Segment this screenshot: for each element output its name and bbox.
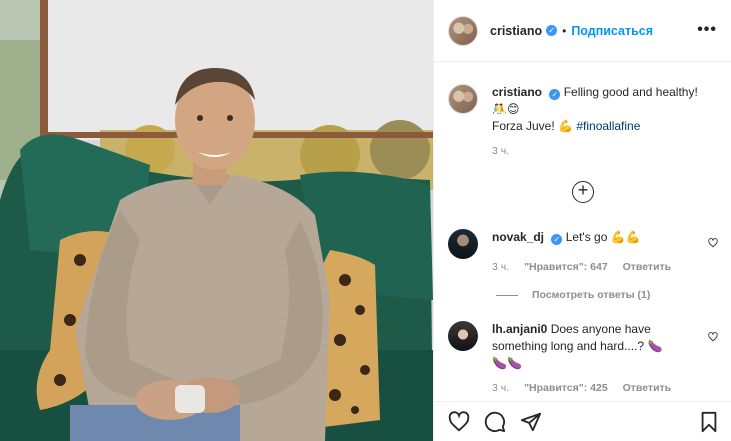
- comment-text: Let's go: [565, 230, 608, 244]
- reply-button[interactable]: Ответить: [623, 261, 672, 273]
- comment-icon[interactable]: [484, 411, 506, 433]
- comment-time[interactable]: 3 ч.: [492, 261, 509, 273]
- action-bar: [434, 401, 731, 441]
- bookmark-icon[interactable]: [698, 411, 720, 433]
- comments-list[interactable]: cristiano ✓ Felling good and healthy! 🤼😊…: [434, 63, 731, 395]
- verified-badge-icon: ✓: [546, 25, 558, 36]
- caption: cristiano ✓ Felling good and healthy! 🤼😊…: [448, 84, 718, 160]
- commenter-avatar[interactable]: [448, 321, 478, 351]
- follow-button[interactable]: Подписаться: [571, 24, 653, 38]
- load-more-comments-button[interactable]: +: [572, 181, 594, 203]
- heart-icon[interactable]: [448, 411, 470, 433]
- verified-badge-icon: ✓: [551, 234, 563, 245]
- comment-emoji: 🍆: [647, 339, 663, 353]
- caption-username[interactable]: cristiano: [492, 85, 542, 99]
- view-replies-button[interactable]: Посмотреть ответы (1): [496, 289, 650, 301]
- caption-text: Felling good and healthy!: [563, 85, 698, 99]
- instagram-post: cristiano ✓ • Подписаться ••• cristiano …: [0, 0, 731, 441]
- commenter-avatar[interactable]: [448, 229, 478, 259]
- author-avatar[interactable]: [448, 15, 478, 46]
- comment-emoji-line: 🍆🍆: [492, 356, 522, 370]
- comment-meta: 3 ч. "Нравится": 647 Ответить: [492, 259, 718, 276]
- comment-username[interactable]: novak_dj: [492, 230, 544, 244]
- comment-line: lh.anjani0 Does anyone have something lo…: [492, 321, 698, 355]
- comment-emoji: 💪💪: [610, 230, 641, 244]
- post-header: cristiano ✓ • Подписаться •••: [434, 0, 731, 62]
- comment-like-heart-icon[interactable]: [708, 238, 718, 248]
- more-options-icon[interactable]: •••: [697, 22, 717, 38]
- photo-illustration: [0, 0, 433, 441]
- comment-username[interactable]: lh.anjani0: [492, 322, 547, 336]
- comment-like-heart-icon[interactable]: [708, 332, 718, 342]
- header-separator: •: [562, 23, 567, 38]
- comment-meta: 3 ч. "Нравится": 425 Ответить: [492, 380, 698, 395]
- comment-item: novak_dj ✓ Let's go 💪💪 3 ч. "Нравится": …: [448, 229, 718, 276]
- share-icon[interactable]: [520, 411, 542, 433]
- caption-line-1: cristiano ✓ Felling good and healthy!: [492, 84, 718, 101]
- post-side-panel: cristiano ✓ • Подписаться ••• cristiano …: [433, 0, 731, 441]
- caption-emoji-line: 🤼😊: [492, 102, 520, 116]
- comment-likes[interactable]: "Нравится": 425: [524, 382, 608, 394]
- caption-line-3: Forza Juve! 💪 #finoallafine: [492, 118, 718, 135]
- comment-item: lh.anjani0 Does anyone have something lo…: [448, 321, 718, 395]
- caption-time[interactable]: 3 ч.: [492, 145, 509, 157]
- caption-text-2: Forza Juve!: [492, 119, 555, 133]
- caption-meta: 3 ч.: [492, 143, 718, 160]
- view-replies-label: Посмотреть ответы (1): [532, 289, 651, 301]
- comment-body: novak_dj ✓ Let's go 💪💪 3 ч. "Нравится": …: [492, 229, 718, 276]
- comment-line: novak_dj ✓ Let's go 💪💪: [492, 229, 718, 246]
- hashtag-link[interactable]: #finoallafine: [576, 119, 640, 133]
- post-photo[interactable]: [0, 0, 433, 441]
- comment-likes[interactable]: "Нравится": 647: [524, 261, 608, 273]
- caption-avatar[interactable]: [448, 84, 478, 114]
- flexed-biceps-emoji: 💪: [558, 119, 573, 133]
- verified-badge-icon: ✓: [549, 89, 561, 100]
- caption-body: cristiano ✓ Felling good and healthy! 🤼😊…: [492, 84, 718, 160]
- author-username[interactable]: cristiano: [490, 24, 542, 38]
- comment-time[interactable]: 3 ч.: [492, 382, 509, 394]
- comment-body: lh.anjani0 Does anyone have something lo…: [492, 321, 718, 395]
- reply-button[interactable]: Ответить: [623, 382, 672, 394]
